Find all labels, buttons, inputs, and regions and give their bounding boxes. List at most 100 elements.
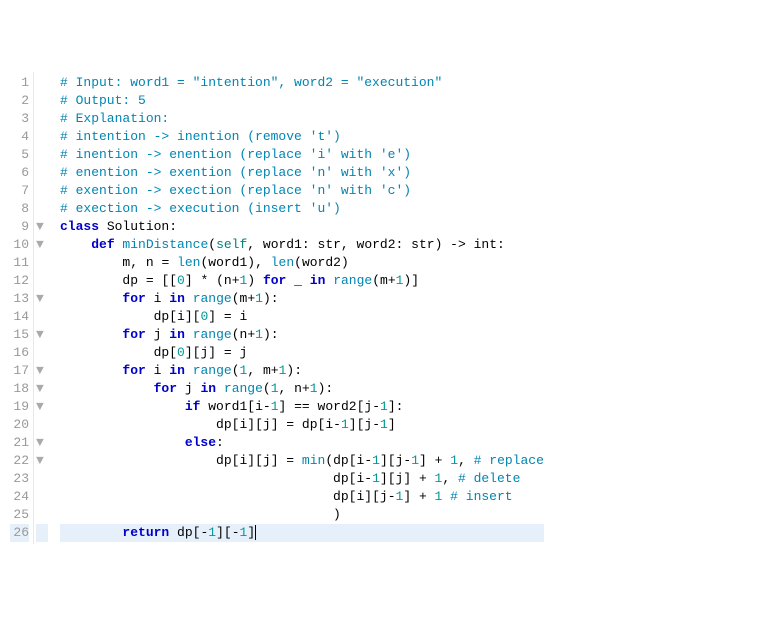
fold-spacer bbox=[36, 182, 48, 200]
code-token: m bbox=[263, 363, 271, 378]
code-editor[interactable]: 1234567891011121314151617181920212223242… bbox=[0, 72, 760, 544]
code-token bbox=[255, 273, 263, 288]
code-token bbox=[60, 507, 333, 522]
fold-gutter[interactable]: ▼▼ ▼ ▼ ▼▼▼ ▼▼ bbox=[34, 72, 50, 544]
code-token: in bbox=[169, 363, 185, 378]
code-line[interactable]: def minDistance(self, word1: str, word2:… bbox=[60, 236, 544, 254]
fold-spacer bbox=[36, 308, 48, 326]
code-line[interactable]: # Output: 5 bbox=[60, 92, 544, 110]
code-token: in bbox=[169, 291, 185, 306]
code-token: : bbox=[396, 399, 404, 414]
code-token bbox=[60, 381, 154, 396]
code-line[interactable]: dp[0][j] = j bbox=[60, 344, 544, 362]
code-line[interactable]: # Explanation: bbox=[60, 110, 544, 128]
fold-spacer bbox=[36, 128, 48, 146]
code-token: + bbox=[411, 489, 434, 504]
code-line[interactable]: # enention -> exention (replace 'n' with… bbox=[60, 164, 544, 182]
code-token bbox=[169, 525, 177, 540]
code-token bbox=[442, 489, 450, 504]
fold-toggle-icon[interactable]: ▼ bbox=[36, 290, 48, 308]
code-line[interactable]: for i in range(1, m+1): bbox=[60, 362, 544, 380]
code-token: [ bbox=[169, 309, 177, 324]
code-token: dp bbox=[154, 345, 170, 360]
code-token: [ bbox=[247, 399, 255, 414]
line-number: 5 bbox=[10, 146, 29, 164]
code-token: ][ bbox=[216, 525, 232, 540]
code-token bbox=[146, 327, 154, 342]
fold-toggle-icon[interactable]: ▼ bbox=[36, 398, 48, 416]
fold-spacer bbox=[36, 470, 48, 488]
code-token: : bbox=[302, 237, 318, 252]
code-line[interactable]: ) bbox=[60, 506, 544, 524]
code-token bbox=[60, 363, 122, 378]
code-token: )] bbox=[403, 273, 419, 288]
code-line[interactable]: class Solution: bbox=[60, 218, 544, 236]
code-line[interactable]: dp[i][0] = i bbox=[60, 308, 544, 326]
code-line[interactable]: if word1[i-1] == word2[j-1]: bbox=[60, 398, 544, 416]
code-token: ][ bbox=[185, 345, 201, 360]
code-line[interactable]: dp = [[0] * (n+1) for _ in range(m+1)] bbox=[60, 272, 544, 290]
code-token bbox=[60, 399, 185, 414]
fold-spacer bbox=[36, 254, 48, 272]
code-line[interactable]: # exection -> execution (insert 'u') bbox=[60, 200, 544, 218]
code-token: dp bbox=[154, 309, 170, 324]
fold-spacer bbox=[36, 344, 48, 362]
fold-toggle-icon[interactable]: ▼ bbox=[36, 218, 48, 236]
code-token: ] bbox=[271, 417, 279, 432]
code-line[interactable]: m, n = len(word1), len(word2) bbox=[60, 254, 544, 272]
code-token bbox=[60, 525, 122, 540]
code-token: in bbox=[200, 381, 216, 396]
fold-toggle-icon[interactable]: ▼ bbox=[36, 380, 48, 398]
code-token: # Explanation: bbox=[60, 111, 169, 126]
code-token: i bbox=[255, 399, 263, 414]
code-line[interactable]: for i in range(m+1): bbox=[60, 290, 544, 308]
code-token: [ bbox=[169, 345, 177, 360]
code-token: - bbox=[263, 399, 271, 414]
code-token: + bbox=[411, 471, 434, 486]
code-line[interactable]: dp[i][j-1] + 1 # insert bbox=[60, 488, 544, 506]
code-token: ][ bbox=[364, 489, 380, 504]
code-line[interactable]: dp[i-1][j] + 1, # delete bbox=[60, 470, 544, 488]
code-line[interactable]: # inention -> enention (replace 'i' with… bbox=[60, 146, 544, 164]
code-token: ][ bbox=[185, 309, 201, 324]
fold-spacer bbox=[36, 110, 48, 128]
line-number: 23 bbox=[10, 470, 29, 488]
fold-toggle-icon[interactable]: ▼ bbox=[36, 236, 48, 254]
fold-toggle-icon[interactable]: ▼ bbox=[36, 434, 48, 452]
code-token: ][ bbox=[380, 471, 396, 486]
code-token: m bbox=[380, 273, 388, 288]
code-token: dp bbox=[216, 453, 232, 468]
code-token: def bbox=[91, 237, 114, 252]
code-token: 1 bbox=[341, 417, 349, 432]
code-token: + bbox=[247, 291, 255, 306]
line-number: 26 bbox=[10, 524, 29, 542]
fold-spacer bbox=[36, 506, 48, 524]
code-line[interactable]: dp[i][j] = min(dp[i-1][j-1] + 1, # repla… bbox=[60, 452, 544, 470]
code-area[interactable]: # Input: word1 = "intention", word2 = "e… bbox=[50, 72, 544, 544]
code-token: + bbox=[271, 363, 279, 378]
code-token: for bbox=[122, 363, 145, 378]
code-token: : bbox=[271, 291, 279, 306]
code-line[interactable]: # Input: word1 = "intention", word2 = "e… bbox=[60, 74, 544, 92]
fold-toggle-icon[interactable]: ▼ bbox=[36, 362, 48, 380]
fold-toggle-icon[interactable]: ▼ bbox=[36, 326, 48, 344]
code-token: j bbox=[263, 453, 271, 468]
code-line[interactable]: # intention -> inention (remove 't') bbox=[60, 128, 544, 146]
code-line[interactable]: for j in range(1, n+1): bbox=[60, 380, 544, 398]
code-line[interactable]: else: bbox=[60, 434, 544, 452]
code-token bbox=[60, 291, 122, 306]
code-line[interactable]: return dp[-1][-1] bbox=[60, 524, 544, 542]
code-token: ) bbox=[247, 273, 255, 288]
fold-toggle-icon[interactable]: ▼ bbox=[36, 452, 48, 470]
code-token: len bbox=[177, 255, 200, 270]
code-line[interactable]: for j in range(n+1): bbox=[60, 326, 544, 344]
line-number-gutter: 1234567891011121314151617181920212223242… bbox=[0, 72, 34, 544]
code-token: == bbox=[286, 399, 317, 414]
code-token: dp bbox=[216, 417, 232, 432]
code-line[interactable]: dp[i][j] = dp[i-1][j-1] bbox=[60, 416, 544, 434]
code-line[interactable]: # exention -> exection (replace 'n' with… bbox=[60, 182, 544, 200]
code-token bbox=[216, 381, 224, 396]
code-token: int bbox=[474, 237, 497, 252]
code-token: class bbox=[60, 219, 99, 234]
code-token: = bbox=[216, 309, 239, 324]
